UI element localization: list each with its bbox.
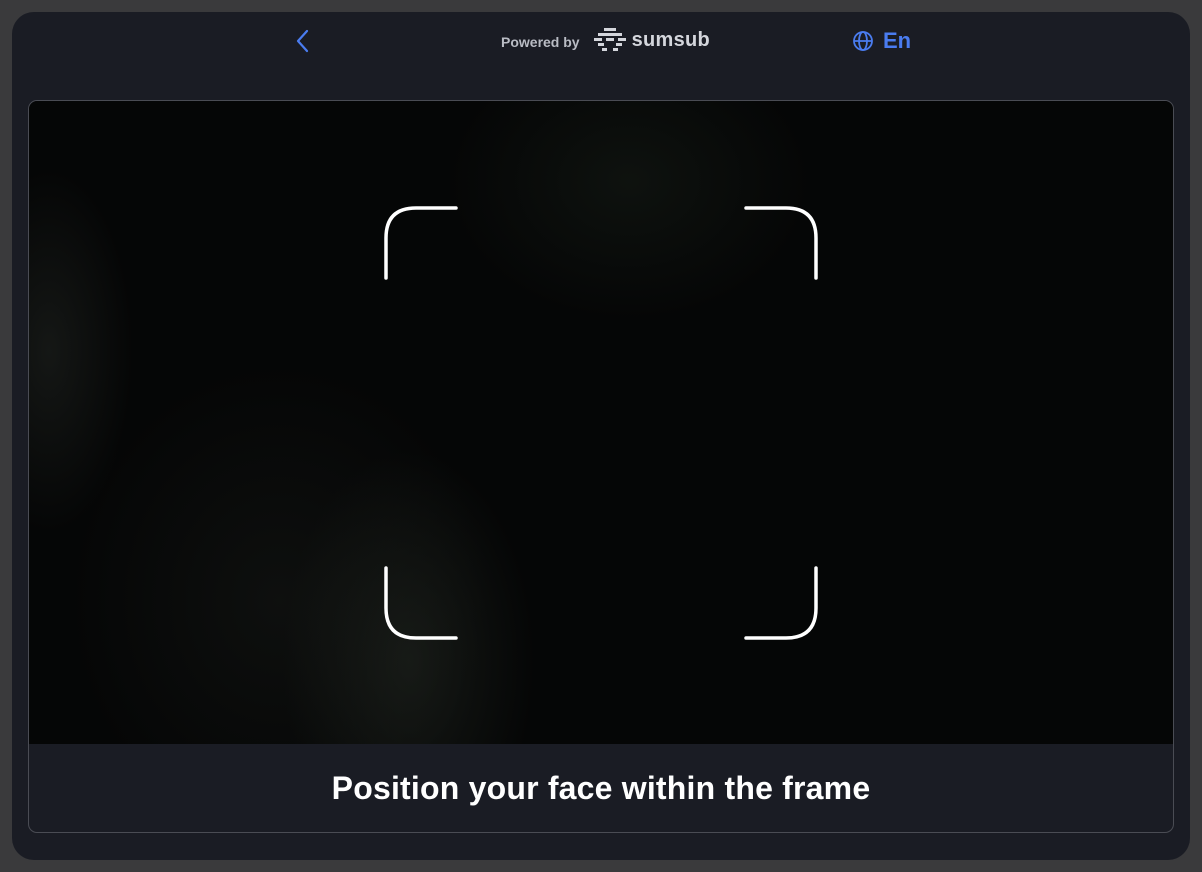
language-label: En <box>883 28 912 53</box>
back-button[interactable] <box>288 26 318 56</box>
face-frame-corners-icon <box>384 206 818 640</box>
camera-card: Position your face within the frame <box>28 100 1174 833</box>
instruction-text: Position your face within the frame <box>331 769 871 806</box>
camera-feed <box>29 101 1173 744</box>
powered-by-label: Powered by <box>501 33 580 50</box>
instruction-bar: Position your face within the frame <box>29 744 1173 832</box>
sumsub-logo-text: sumsub <box>631 28 711 51</box>
header: Powered by sumsub En <box>12 12 1190 72</box>
globe-icon <box>853 31 873 51</box>
app-window: Powered by sumsub En Position your face … <box>12 12 1190 860</box>
sumsub-logo-icon <box>593 28 626 51</box>
chevron-left-icon <box>296 29 309 53</box>
powered-by-branding: Powered by sumsub <box>501 24 710 56</box>
language-selector[interactable]: En <box>852 26 911 56</box>
